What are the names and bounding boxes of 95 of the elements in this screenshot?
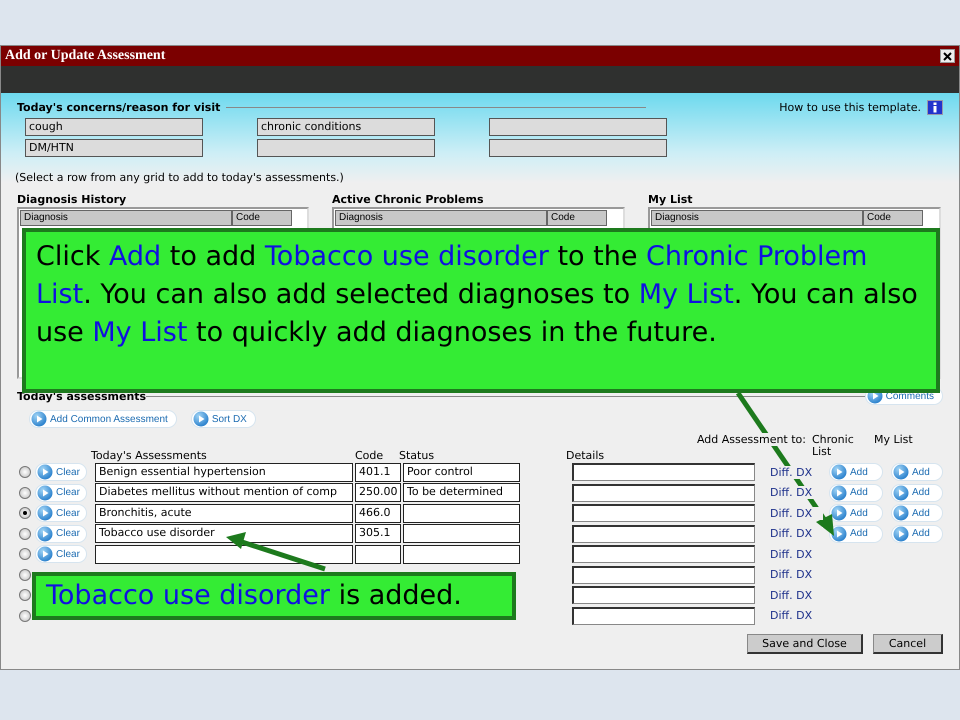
clear-button[interactable]: Clear [35,524,87,543]
play-icon [831,484,847,501]
play-icon [37,505,53,522]
row-radio[interactable] [19,548,31,560]
play-icon [31,411,47,427]
column-header: Code [863,210,923,226]
row-radio[interactable] [19,568,31,581]
concern-field[interactable] [489,139,667,157]
details-field[interactable] [572,484,755,502]
dialog-button[interactable]: Cancel [873,634,943,654]
column-header: Details [566,448,606,462]
column-header: Code [232,210,292,226]
assessment-field[interactable] [95,544,353,564]
row-radio[interactable] [19,486,31,499]
clear-button[interactable]: Clear [35,504,87,522]
play-icon [893,526,909,542]
status-field[interactable]: Poor control [403,462,520,482]
add-my-list-button[interactable]: Add [891,524,943,543]
column-header: Chronic List [812,432,855,458]
status-field[interactable] [403,504,520,523]
add-chronic-button[interactable]: Add [829,463,883,482]
window-title: Add or Update Assessment [5,48,166,64]
column-header: Code [355,448,384,462]
add-chronic-button[interactable]: Add [829,524,883,543]
add-chronic-button[interactable]: Add [829,504,883,522]
column-header: Diagnosis [651,210,863,226]
dialog-button[interactable]: Save and Close [747,634,863,654]
column-header: My List [874,432,914,446]
column-header: Add Assessment to: [696,433,806,446]
code-field[interactable]: 466.0 [355,504,401,523]
row-radio[interactable] [19,507,31,520]
play-icon [893,505,909,522]
play-icon [37,546,53,562]
grid-title: My List [648,193,694,207]
column-header: Status [399,448,436,462]
clear-button[interactable]: Clear [35,545,87,564]
play-icon [831,464,847,480]
code-field[interactable]: 401.1 [355,462,401,482]
grid-title: Diagnosis History [17,193,128,207]
column-header: Today's Assessments [91,448,208,462]
grid-title: Active Chronic Problems [332,193,485,207]
column-header: Diagnosis [335,210,547,226]
action-button[interactable]: Add Common Assessment [29,410,177,428]
details-field[interactable] [572,606,755,625]
concern-field[interactable]: DM/HTN [25,139,203,157]
play-icon [37,464,53,480]
add-my-list-button[interactable]: Add [891,463,943,482]
concern-field[interactable] [489,118,667,136]
help-text: How to use this template. [779,100,921,114]
clear-button[interactable]: Clear [35,463,87,482]
details-field[interactable] [572,545,755,564]
play-icon [37,484,53,501]
details-field[interactable] [572,566,755,584]
details-field[interactable] [572,463,755,482]
callout-text: Click Add to add Tobacco use disorder to the Chronic Problem List. You can also add selected diagnoses to My List. You can also use My List to quickly add diagnoses in the future. [35,240,919,350]
row-radio[interactable] [19,528,31,540]
column-header: Code [547,210,607,226]
action-button[interactable]: Sort DX [190,410,256,428]
code-field[interactable] [355,544,401,564]
info-icon[interactable] [927,100,943,114]
clear-button[interactable]: Clear [35,484,87,502]
section-title: Today's assessments [16,390,146,402]
concern-field[interactable] [257,139,435,157]
details-field[interactable] [572,504,755,522]
play-icon [893,484,909,501]
play-icon [893,464,909,480]
concern-field[interactable]: cough [25,118,203,136]
details-field[interactable] [572,586,755,604]
play-icon [831,505,847,522]
assessment-field[interactable]: Benign essential hypertension [95,462,353,482]
details-field[interactable] [572,524,755,543]
code-field[interactable]: 250.00 [355,483,401,502]
add-my-list-button[interactable]: Add [891,484,943,502]
concern-field[interactable]: chronic conditions [257,118,435,136]
close-button[interactable] [940,49,955,63]
play-icon [192,411,209,427]
row-radio[interactable] [19,610,31,622]
column-header: Diagnosis [20,210,232,226]
row-radio[interactable] [19,589,31,602]
add-my-list-button[interactable]: Add [891,504,943,522]
callout-text: Tobacco use disorder is added. [44,579,463,613]
add-chronic-button[interactable]: Add [829,484,883,502]
play-icon [37,526,53,542]
row-radio[interactable] [19,466,31,478]
diff-dx-link[interactable]: Diff. DX [770,506,823,520]
instruction-text: (Select a row from any grid to add to today's assessments.) [15,171,345,184]
status-field[interactable]: To be determined [403,483,520,502]
assessment-field[interactable]: Tobacco use disorder [95,524,353,544]
section-title: Today's concerns/reason for visit [16,100,220,114]
assessment-field[interactable]: Bronchitis, acute [95,504,353,523]
assessment-field[interactable]: Diabetes mellitus without mention of comp [95,483,353,502]
status-field[interactable] [403,524,520,544]
play-icon [831,526,847,542]
status-field[interactable] [403,544,520,564]
code-field[interactable]: 305.1 [355,524,401,544]
